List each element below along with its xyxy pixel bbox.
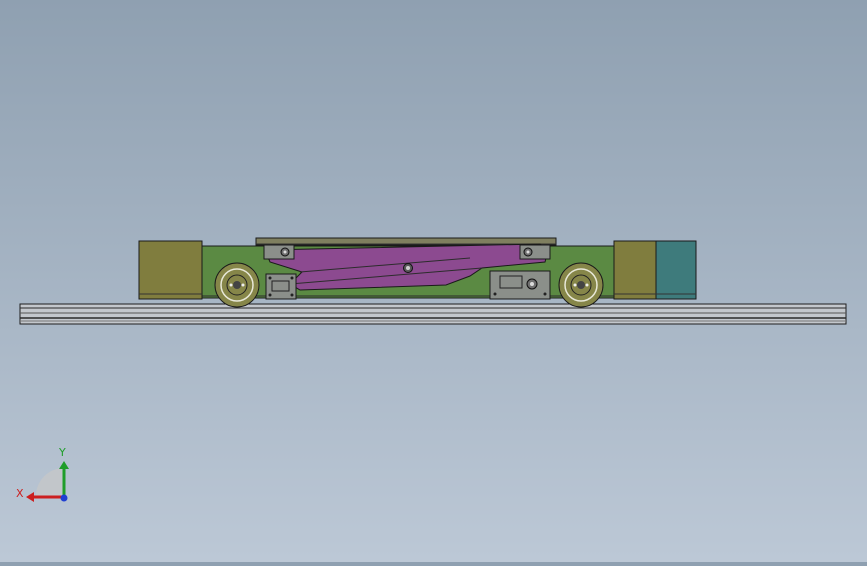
y-axis-label: Y [58,446,66,459]
left-end-block [138,240,203,300]
right-end-block [613,240,697,300]
right-wheel [558,262,604,308]
left-wheel [214,262,260,308]
left-pin-bracket [263,244,295,260]
rail [19,303,847,325]
top-plate [255,237,557,246]
model-view: X Y [16,237,847,502]
triad-plane-icon [36,468,64,496]
z-axis-dot [60,494,68,502]
lower-right-actuator [489,270,551,300]
cad-viewport[interactable]: X Y [0,0,867,562]
x-axis-label: X [16,487,24,500]
y-axis-arrowhead [59,461,69,469]
coordinate-triad[interactable]: X Y [16,446,69,502]
right-pin-bracket [519,244,551,260]
x-axis-arrowhead [26,492,34,502]
lower-left-block [265,273,297,300]
